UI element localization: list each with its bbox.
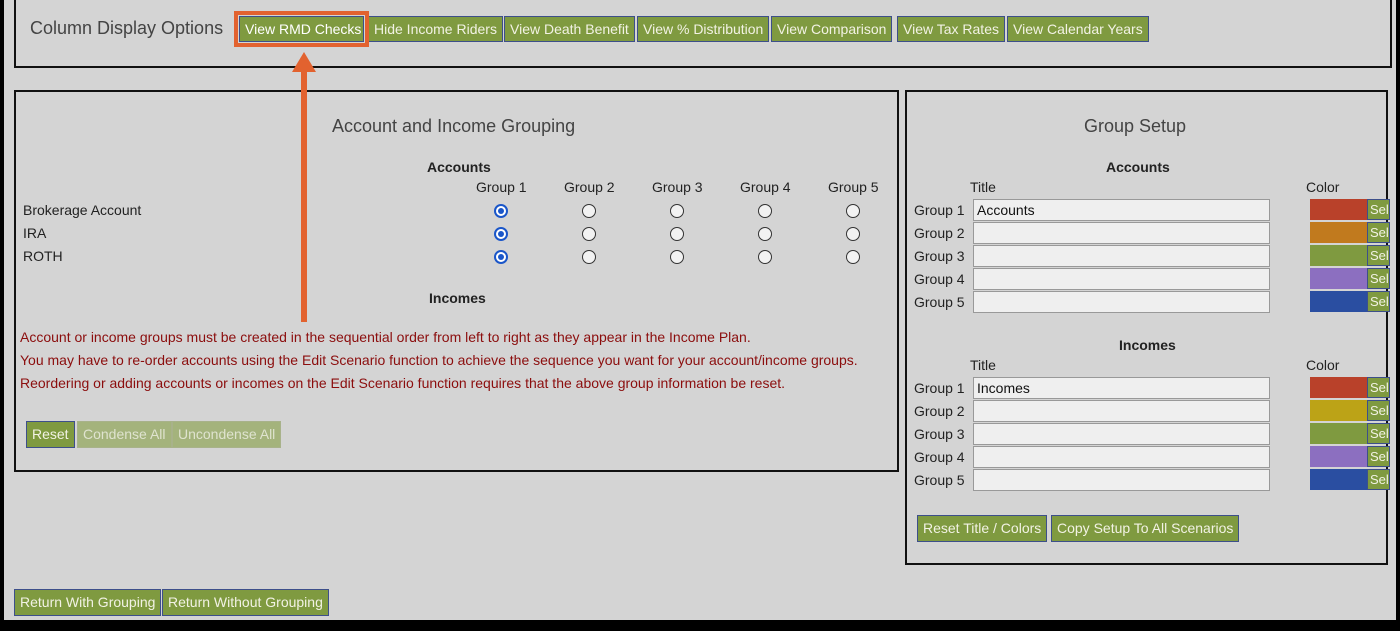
income-group-1-title-input[interactable]: Incomes [973,377,1270,399]
setup-income-group-label: Group 1 [914,380,965,396]
group-setup-title: Group Setup [1084,116,1187,136]
title-column-header: Title [970,357,996,373]
radio-brokerage-group-4[interactable] [758,204,772,218]
account-group-4-select-color-button[interactable]: Sel [1367,268,1390,289]
account-group-2-color-swatch [1310,222,1367,243]
arrow-shaft [301,70,307,322]
income-group-3-color-swatch [1310,423,1367,444]
account-group-4-title-input[interactable] [973,268,1270,290]
reset-title-colors-button[interactable]: Reset Title / Colors [917,515,1048,542]
annotation-arrow [292,52,316,322]
highlight-box [234,11,369,47]
radio-brokerage-group-5[interactable] [846,204,860,218]
uncondense-all-button[interactable]: Uncondense All [172,421,282,448]
setup-income-group-label: Group 5 [914,472,965,488]
return-without-grouping-button[interactable]: Return Without Grouping [162,589,329,616]
radio-ira-group-3[interactable] [670,227,684,241]
reset-button[interactable]: Reset [26,421,75,448]
return-with-grouping-button[interactable]: Return With Grouping [14,589,162,616]
radio-brokerage-group-1[interactable] [494,204,508,218]
radio-roth-group-2[interactable] [582,250,596,264]
income-group-4-title-input[interactable] [973,446,1270,468]
setup-account-group-label: Group 4 [914,271,965,287]
group-header-4: Group 4 [740,179,791,195]
account-row-label: IRA [23,225,47,241]
view-comparison-button[interactable]: View Comparison [771,16,893,42]
column-display-options-label: Column Display Options [30,18,224,38]
account-group-3-select-color-button[interactable]: Sel [1367,245,1390,266]
warning-text: Reordering or adding accounts or incomes… [20,375,786,391]
income-group-2-select-color-button[interactable]: Sel [1367,400,1390,421]
setup-account-group-label: Group 1 [914,202,965,218]
income-group-4-color-swatch [1310,446,1367,467]
radio-brokerage-group-2[interactable] [582,204,596,218]
account-group-5-title-input[interactable] [973,291,1270,313]
account-group-1-title-input[interactable]: Accounts [973,199,1270,221]
condense-all-button[interactable]: Condense All [77,421,172,448]
hide-income-riders-button[interactable]: Hide Income Riders [368,16,503,42]
account-group-3-title-input[interactable] [973,245,1270,267]
account-group-3-color-swatch [1310,245,1367,266]
setup-incomes-header: Incomes [1119,337,1176,353]
radio-ira-group-2[interactable] [582,227,596,241]
incomes-header: Incomes [429,290,486,306]
color-column-header: Color [1306,357,1340,373]
account-group-2-title-input[interactable] [973,222,1270,244]
color-column-header: Color [1306,179,1340,195]
group-header-2: Group 2 [564,179,615,195]
setup-income-group-label: Group 3 [914,426,965,442]
account-row-label: Brokerage Account [23,202,142,218]
account-group-2-select-color-button[interactable]: Sel [1367,222,1390,243]
account-income-grouping-panel [14,90,899,472]
income-group-3-title-input[interactable] [973,423,1270,445]
account-group-4-color-swatch [1310,268,1367,289]
setup-income-group-label: Group 4 [914,449,965,465]
setup-income-group-label: Group 2 [914,403,965,419]
warning-text: Account or income groups must be created… [20,329,751,345]
view-calendar-years-button[interactable]: View Calendar Years [1007,16,1149,42]
grouping-title: Account and Income Grouping [332,116,576,136]
radio-roth-group-4[interactable] [758,250,772,264]
group-header-1: Group 1 [476,179,527,195]
income-group-2-color-swatch [1310,400,1367,421]
account-group-1-select-color-button[interactable]: Sel [1367,199,1390,220]
setup-account-group-label: Group 5 [914,294,965,310]
account-group-5-color-swatch [1310,291,1367,312]
arrow-head [292,52,316,72]
account-group-1-color-swatch [1310,199,1367,220]
radio-roth-group-3[interactable] [670,250,684,264]
warning-text: You may have to re-order accounts using … [20,352,858,368]
income-group-1-color-swatch [1310,377,1367,398]
accounts-header: Accounts [427,159,491,175]
income-group-5-color-swatch [1310,469,1367,490]
setup-account-group-label: Group 2 [914,225,965,241]
view-death-benefit-button[interactable]: View Death Benefit [504,16,635,42]
copy-setup-to-all-scenarios-button[interactable]: Copy Setup To All Scenarios [1051,515,1240,542]
group-options-page: Column Display Options View RMD Checks H… [4,0,1396,620]
income-group-4-select-color-button[interactable]: Sel [1367,446,1390,467]
income-group-5-title-input[interactable] [973,469,1270,491]
radio-ira-group-5[interactable] [846,227,860,241]
radio-ira-group-4[interactable] [758,227,772,241]
radio-ira-group-1[interactable] [494,227,508,241]
group-header-5: Group 5 [828,179,879,195]
income-group-3-select-color-button[interactable]: Sel [1367,423,1390,444]
income-group-1-select-color-button[interactable]: Sel [1367,377,1390,398]
radio-roth-group-1[interactable] [494,250,508,264]
setup-account-group-label: Group 3 [914,248,965,264]
income-group-5-select-color-button[interactable]: Sel [1367,469,1390,490]
view-percent-distribution-button[interactable]: View % Distribution [637,16,770,42]
radio-brokerage-group-3[interactable] [670,204,684,218]
group-header-3: Group 3 [652,179,703,195]
account-row-label: ROTH [23,248,63,264]
setup-accounts-header: Accounts [1106,159,1170,175]
income-group-2-title-input[interactable] [973,400,1270,422]
title-column-header: Title [970,179,996,195]
view-tax-rates-button[interactable]: View Tax Rates [897,16,1005,42]
account-group-5-select-color-button[interactable]: Sel [1367,291,1390,312]
radio-roth-group-5[interactable] [846,250,860,264]
